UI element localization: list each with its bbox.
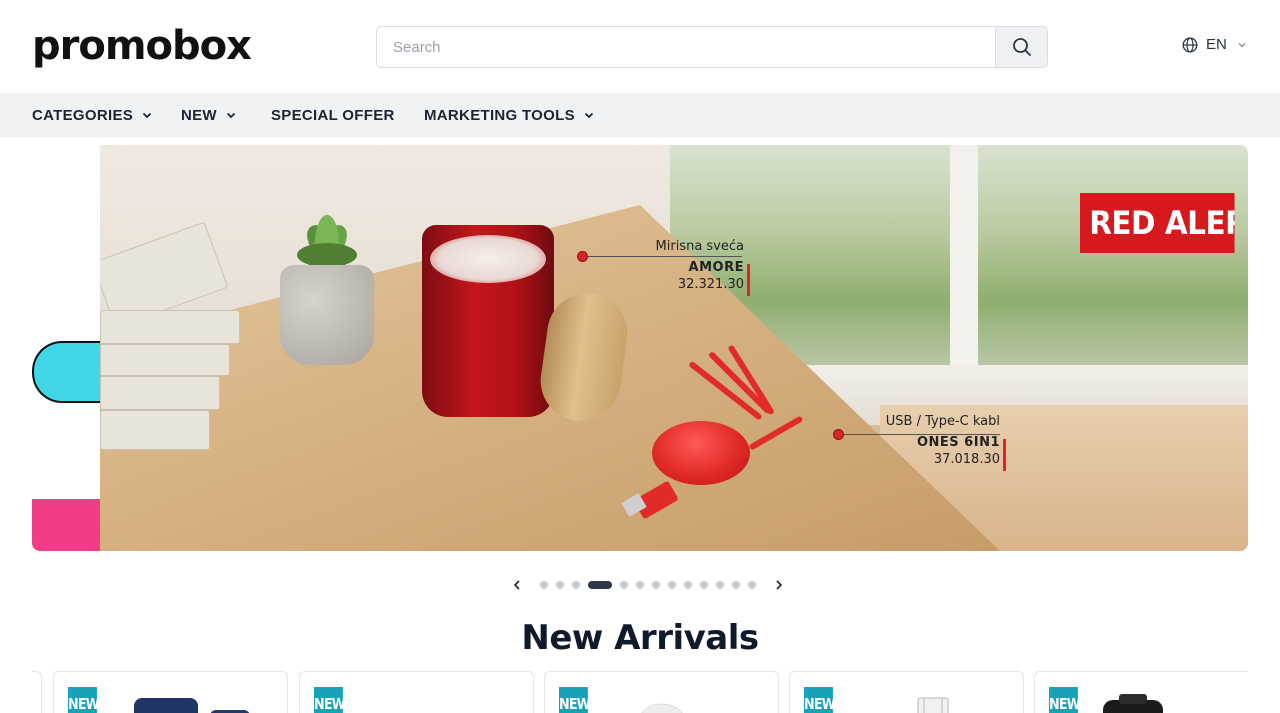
chevron-down-icon <box>584 112 594 119</box>
callout-product-code: 37.018.30 <box>933 452 1000 467</box>
callout-dot <box>833 429 844 440</box>
carousel-dot-active[interactable] <box>588 581 612 589</box>
cloud-graphic <box>32 341 100 403</box>
new-arrivals-carousel: NEW NEW NEW NEW NEW <box>32 671 1248 713</box>
callout-product-name: ONES 6IN1 <box>916 435 1000 450</box>
nav-item-label: CATEGORIES <box>32 106 134 124</box>
language-label: EN <box>1206 36 1227 53</box>
nav-item-categories[interactable]: CATEGORIES <box>32 93 153 137</box>
new-arrivals-title: New Arrivals <box>521 618 759 658</box>
candle-wax <box>430 235 546 283</box>
new-badge: NEW <box>559 687 591 713</box>
chevron-down-icon <box>1238 42 1246 47</box>
promobox-logo[interactable]: promobox <box>32 22 252 70</box>
hero-slide[interactable]: Mirisna sveća AMORE 32.321.30 USB / Type… <box>100 145 1248 551</box>
callout-dot <box>577 251 588 262</box>
site-header: promobox EN <box>0 0 1280 93</box>
search-icon <box>1012 38 1031 56</box>
callout-subtitle: Mirisna sveća <box>655 239 744 254</box>
chevron-down-icon <box>226 112 236 119</box>
chevron-right-icon <box>776 580 783 590</box>
hero-carousel[interactable]: Mirisna sveća AMORE 32.321.30 USB / Type… <box>32 145 1248 551</box>
carousel-prev-button[interactable] <box>508 574 526 596</box>
chevron-down-icon <box>142 112 152 119</box>
carousel-dot[interactable] <box>748 581 756 589</box>
carousel-dot[interactable] <box>668 581 676 589</box>
red-alert-tag: RED ALERT ! <box>1080 193 1235 253</box>
search-button[interactable] <box>995 27 1047 67</box>
new-badge: NEW <box>1049 687 1081 713</box>
carousel-controls <box>508 574 788 596</box>
carousel-dot[interactable] <box>684 581 692 589</box>
product-thumbnail <box>641 703 683 713</box>
chevron-left-icon <box>513 580 520 590</box>
language-selector[interactable]: EN <box>1182 36 1247 53</box>
carousel-dot[interactable] <box>652 581 660 589</box>
backpack-thumbnail <box>134 698 250 713</box>
nav-item-label: SPECIAL OFFER <box>271 106 395 124</box>
new-badge: NEW <box>804 687 836 713</box>
carousel-pagination <box>540 581 756 589</box>
carousel-dot[interactable] <box>620 581 628 589</box>
product-card[interactable]: NEW <box>53 671 288 713</box>
product-card[interactable]: NEW <box>544 671 779 713</box>
nav-item-label: NEW <box>181 106 217 124</box>
product-card[interactable]: NEW <box>299 671 534 713</box>
globe-icon <box>1182 37 1198 52</box>
product-card[interactable]: NEW <box>789 671 1024 713</box>
nav-item-new[interactable]: NEW <box>181 93 237 137</box>
nav-item-special-offer[interactable]: SPECIAL OFFER <box>271 93 395 137</box>
carousel-dot[interactable] <box>572 581 580 589</box>
carousel-dot[interactable] <box>732 581 740 589</box>
previous-slide-peek <box>32 145 100 551</box>
callout-subtitle: USB / Type-C kabl <box>885 414 1000 429</box>
callout-product-code: 32.321.30 <box>677 277 744 292</box>
plant-pot-image <box>280 265 374 365</box>
pink-block-graphic <box>32 499 100 551</box>
nav-item-marketing-tools[interactable]: MARKETING TOOLS <box>424 93 595 137</box>
cable-hub-image <box>652 421 750 485</box>
main-nav: CATEGORIES NEW SPECIAL OFFER MARKETING T… <box>0 93 1280 137</box>
search-bar <box>376 26 1048 68</box>
callout-product-name: AMORE <box>688 260 744 275</box>
new-badge: NEW <box>314 687 346 713</box>
new-badge: NEW <box>68 687 100 713</box>
nav-item-label: MARKETING TOOLS <box>424 106 575 124</box>
carousel-dot[interactable] <box>540 581 548 589</box>
carousel-dot[interactable] <box>700 581 708 589</box>
product-card[interactable]: NEW <box>1034 671 1248 713</box>
carousel-dot[interactable] <box>716 581 724 589</box>
cable-callout: USB / Type-C kabl ONES 6IN1 37.018.30 <box>870 414 1006 471</box>
product-card[interactable] <box>32 671 42 713</box>
book-stack-image <box>100 221 250 460</box>
product-thumbnail <box>917 697 949 713</box>
product-thumbnail <box>1103 694 1163 713</box>
search-input[interactable] <box>377 27 995 67</box>
carousel-dot[interactable] <box>636 581 644 589</box>
carousel-dot[interactable] <box>556 581 564 589</box>
candle-callout: Mirisna sveća AMORE 32.321.30 <box>640 239 750 296</box>
carousel-next-button[interactable] <box>770 574 788 596</box>
